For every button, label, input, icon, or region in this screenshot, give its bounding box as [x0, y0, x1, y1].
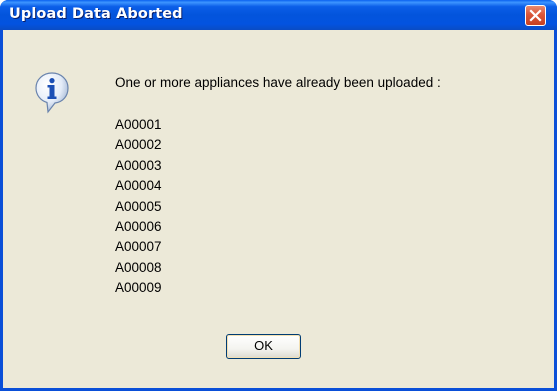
title-bar[interactable]: Upload Data Aborted — [0, 0, 557, 30]
message-text: One or more appliances have already been… — [115, 75, 441, 90]
ok-button[interactable]: OK — [226, 334, 301, 359]
list-item: A00005 — [115, 198, 162, 214]
close-icon — [529, 9, 542, 22]
list-item: A00009 — [115, 280, 162, 296]
list-item: A00004 — [115, 178, 162, 194]
list-item: A00007 — [115, 239, 162, 255]
list-item: A00002 — [115, 137, 162, 153]
list-item: A00006 — [115, 219, 162, 235]
appliance-list: A00001 A00002 A00003 A00004 A00005 A0000… — [115, 115, 162, 299]
dialog-body: One or more appliances have already been… — [3, 30, 554, 388]
dialog-window: Upload Data Aborted One or more applianc… — [0, 0, 557, 391]
list-item: A00008 — [115, 259, 162, 275]
list-item: A00003 — [115, 157, 162, 173]
list-item: A00001 — [115, 117, 162, 132]
info-icon — [35, 72, 69, 114]
close-button[interactable] — [525, 5, 546, 26]
window-title: Upload Data Aborted — [9, 6, 183, 22]
